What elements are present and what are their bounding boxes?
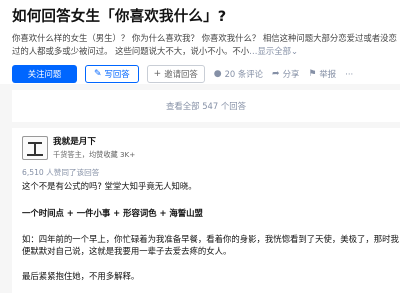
share-icon: ➦	[272, 69, 280, 79]
comment-icon: ●	[213, 69, 222, 79]
show-all-link[interactable]: …显示全部⌄	[249, 46, 298, 56]
share-label: 分享	[282, 69, 300, 79]
author-badge: 千货答主，均赞收藏 3K+	[53, 150, 136, 159]
more-actions-button[interactable]: ···	[345, 69, 353, 79]
pencil-icon: ✎	[94, 69, 102, 79]
answer-paragraph-formula: 一个时间点 + 一件小事 + 形容词色 + 海誓山盟	[22, 208, 203, 218]
author-row: 我就是月下 千货答主，均赞收藏 3K+	[22, 136, 390, 162]
answer-card: 我就是月下 千货答主，均赞收藏 3K+ 6,510 人赞同了该回答 这个不是有公…	[12, 128, 400, 293]
chevron-down-icon: ⌄	[291, 46, 299, 56]
invite-answer-button[interactable]: + 邀请回答	[146, 65, 205, 83]
answer-paragraph: 这个不是有公式的吗? 堂堂大知乎竟无人知晓。	[22, 181, 197, 191]
comments-button[interactable]: ● 20 条评论	[214, 68, 263, 80]
add-user-icon: +	[153, 69, 162, 79]
show-all-label: …显示全部	[249, 46, 292, 56]
answer-paragraph: 如：四年前的一个早上，你忙碌着为我准备早餐，看着你的身影，我恍惚看到了天使，美极…	[22, 234, 399, 256]
write-answer-button[interactable]: ✎ 写回答	[85, 65, 139, 83]
report-label: 举报	[319, 69, 337, 79]
question-description[interactable]: 你喜欢什么样的女生（男生）？ 你为什么喜欢我？ 你喜欢我什么？ 相信这种问题大部…	[12, 32, 400, 58]
report-button[interactable]: ⚑ 举报	[308, 68, 336, 80]
comments-label: 20 条评论	[224, 69, 264, 79]
author-name[interactable]: 我就是月下	[53, 136, 135, 148]
question-header: 如何回答女生「你喜欢我什么」? 你喜欢什么样的女生（男生）？ 你为什么喜欢我？ …	[0, 0, 400, 84]
avatar-stroke	[27, 154, 43, 156]
question-actions: 关注问题 ✎ 写回答 + 邀请回答 ● 20 条评论 ➦ 分享 ⚑ 举报 ···	[12, 65, 400, 83]
author-info: 我就是月下 千货答主，均赞收藏 3K+	[53, 136, 135, 160]
flag-icon: ⚑	[308, 69, 317, 79]
write-answer-label: 写回答	[104, 69, 130, 79]
avatar[interactable]	[22, 136, 48, 160]
view-all-answers-link[interactable]: 查看全部 547 个回答	[12, 90, 400, 122]
invite-answer-label: 邀请回答	[164, 69, 198, 79]
question-description-text: 你喜欢什么样的女生（男生）？ 你为什么喜欢我？ 你喜欢我什么？ 相信这种问题大部…	[12, 33, 397, 56]
question-title[interactable]: 如何回答女生「你喜欢我什么」?	[12, 8, 400, 27]
agree-count: 6,510 人赞同了该回答	[22, 168, 100, 177]
follow-question-button[interactable]: 关注问题	[12, 65, 77, 83]
answer-paragraph: 最后紧紧抱住她，不用多解释。	[22, 271, 140, 281]
share-button[interactable]: ➦ 分享	[272, 68, 299, 80]
